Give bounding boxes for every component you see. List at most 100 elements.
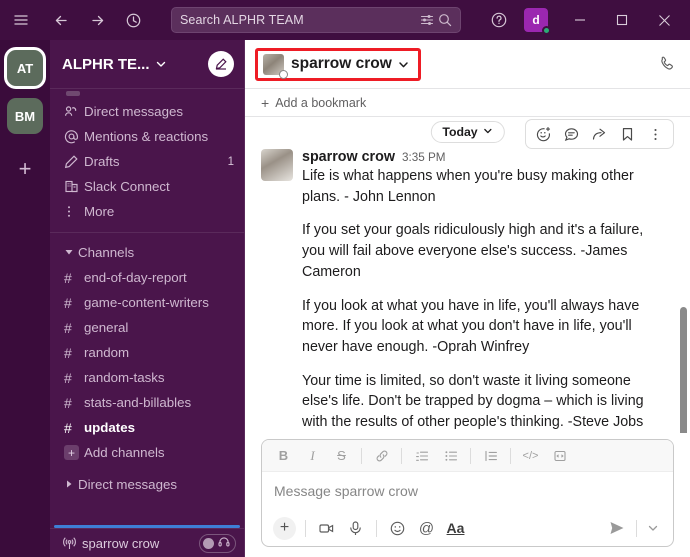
avatar[interactable]: d	[524, 8, 551, 35]
sidebar-item-mentions-reactions[interactable]: Mentions & reactions	[50, 124, 244, 149]
search-input[interactable]: Search ALPHR TEAM	[171, 7, 461, 33]
nav-controls	[44, 5, 150, 35]
toolbar-divider	[361, 447, 362, 464]
message-author[interactable]: sparrow crow	[302, 149, 395, 165]
channel-label: random	[84, 345, 130, 360]
italic-button[interactable]: I	[299, 443, 326, 469]
more-vertical-icon	[64, 204, 84, 219]
hash-icon: #	[64, 294, 72, 311]
close-button[interactable]	[644, 5, 684, 35]
sidebar-section-direct-messages[interactable]: Direct messages	[50, 471, 244, 497]
drafts-count-badge: 1	[227, 155, 234, 168]
blockquote-icon[interactable]	[477, 443, 504, 469]
section-label: Channels	[78, 244, 135, 260]
sidebar-item-slack-connect[interactable]: Slack Connect	[50, 174, 244, 199]
code-icon[interactable]: </>	[517, 443, 544, 469]
channel-label: end-of-day-report	[84, 270, 187, 285]
emoji-icon[interactable]	[384, 515, 411, 541]
huddle-toggle[interactable]	[199, 533, 236, 553]
chevron-down-icon	[483, 125, 493, 139]
message-input[interactable]: Message sparrow crow	[262, 472, 673, 510]
send-group	[603, 519, 664, 537]
workspace-name: ALPHR TE...	[62, 55, 150, 73]
message-timestamp[interactable]: 3:35 PM	[402, 151, 446, 164]
emoji-reaction-icon[interactable]	[531, 122, 556, 147]
arrow-right-icon[interactable]	[80, 5, 114, 35]
video-clip-icon[interactable]	[313, 515, 340, 541]
search-placeholder: Search ALPHR TEAM	[180, 13, 304, 27]
ordered-list-icon[interactable]	[408, 443, 435, 469]
sidebar-channel-stats-and-billables[interactable]: # stats-and-billables	[50, 390, 244, 415]
presence-dot-away	[279, 69, 288, 79]
link-icon[interactable]	[368, 443, 395, 469]
add-workspace-button[interactable]: +	[8, 152, 42, 186]
code-block-icon[interactable]	[546, 443, 573, 469]
sidebar-item-more[interactable]: More	[50, 199, 244, 224]
sidebar-item-direct-messages[interactable]: Direct messages	[50, 99, 244, 124]
message-avatar[interactable]	[261, 149, 293, 181]
message-paragraph: Your time is limited, so don't waste it …	[302, 372, 644, 431]
chevron-down-icon	[60, 247, 78, 257]
filters-icon[interactable]	[420, 13, 434, 27]
sidebar-item-label: Mentions & reactions	[84, 129, 209, 144]
message-paragraph: If you look at what you have in life, yo…	[302, 297, 640, 356]
chevron-down-icon[interactable]	[642, 522, 664, 534]
bookmark-save-icon[interactable]	[615, 122, 640, 147]
dm-icon	[64, 104, 84, 119]
sidebar-channel-end-of-day-report[interactable]: # end-of-day-report	[50, 265, 244, 290]
send-icon[interactable]	[603, 519, 631, 537]
phone-icon[interactable]	[658, 55, 676, 73]
minimize-button[interactable]	[560, 5, 600, 35]
sidebar-nav[interactable]: Direct messages Mentions & reactions Dra…	[50, 89, 244, 522]
maximize-button[interactable]	[602, 5, 642, 35]
arrow-left-icon[interactable]	[44, 5, 78, 35]
message-list[interactable]: Today sparrow crow 3:35 PM Life is what …	[245, 117, 690, 433]
sidebar-item-label: Direct messages	[84, 104, 184, 119]
channel-title-button[interactable]: sparrow crow	[255, 47, 421, 81]
thread-reply-icon[interactable]	[559, 122, 584, 147]
workspace-tile-at[interactable]: AT	[7, 50, 43, 86]
channel-avatar	[263, 53, 288, 79]
hamburger-icon[interactable]	[4, 5, 38, 35]
strikethrough-button[interactable]: S	[328, 443, 355, 469]
date-divider-pill[interactable]: Today	[430, 121, 505, 143]
sidebar-item-drafts[interactable]: Drafts 1	[50, 149, 244, 174]
sidebar-section-channels[interactable]: Channels	[50, 239, 244, 265]
clipped-nav-item	[50, 91, 244, 99]
search-icon[interactable]	[438, 13, 452, 27]
clock-icon[interactable]	[116, 5, 150, 35]
chevron-right-icon	[60, 479, 78, 489]
toolbar-divider	[470, 447, 471, 464]
message-hover-actions	[525, 119, 674, 149]
sidebar-channel-general[interactable]: # general	[50, 315, 244, 340]
mention-icon[interactable]: @	[413, 515, 440, 541]
formatting-toggle-button[interactable]: Aa	[442, 515, 469, 541]
channel-label: updates	[84, 420, 135, 435]
sidebar-footer-huddle[interactable]: sparrow crow	[50, 528, 244, 557]
chevron-down-icon[interactable]	[397, 58, 410, 71]
message-scrollbar[interactable]	[680, 307, 687, 433]
workspace-tile-bm[interactable]: BM	[7, 98, 43, 134]
audio-clip-icon[interactable]	[342, 515, 369, 541]
attachment-plus-button[interactable]: +	[271, 515, 298, 541]
help-circle-icon[interactable]	[482, 5, 516, 35]
titlebar-right: d	[482, 5, 684, 35]
workspace-header[interactable]: ALPHR TE...	[50, 40, 244, 89]
plus-icon: +	[273, 516, 296, 540]
sidebar-channel-game-content-writers[interactable]: # game-content-writers	[50, 290, 244, 315]
share-forward-icon[interactable]	[587, 122, 612, 147]
sidebar-add-channels[interactable]: + Add channels	[50, 440, 244, 465]
sidebar-channel-random-tasks[interactable]: # random-tasks	[50, 365, 244, 390]
pencil-icon	[64, 154, 84, 169]
bookmark-bar[interactable]: + Add a bookmark	[245, 89, 690, 117]
sidebar-item-label: More	[84, 204, 115, 219]
bold-button[interactable]: B	[270, 443, 297, 469]
bulleted-list-icon[interactable]	[437, 443, 464, 469]
more-actions-icon[interactable]	[643, 122, 668, 147]
chevron-down-icon[interactable]	[155, 58, 167, 70]
message-content: sparrow crow 3:35 PM Life is what happen…	[302, 149, 668, 433]
compose-icon[interactable]	[208, 51, 234, 77]
composer-actions: + @ Aa	[262, 510, 673, 546]
sidebar-channel-random[interactable]: # random	[50, 340, 244, 365]
sidebar-channel-updates[interactable]: # updates	[50, 415, 244, 440]
